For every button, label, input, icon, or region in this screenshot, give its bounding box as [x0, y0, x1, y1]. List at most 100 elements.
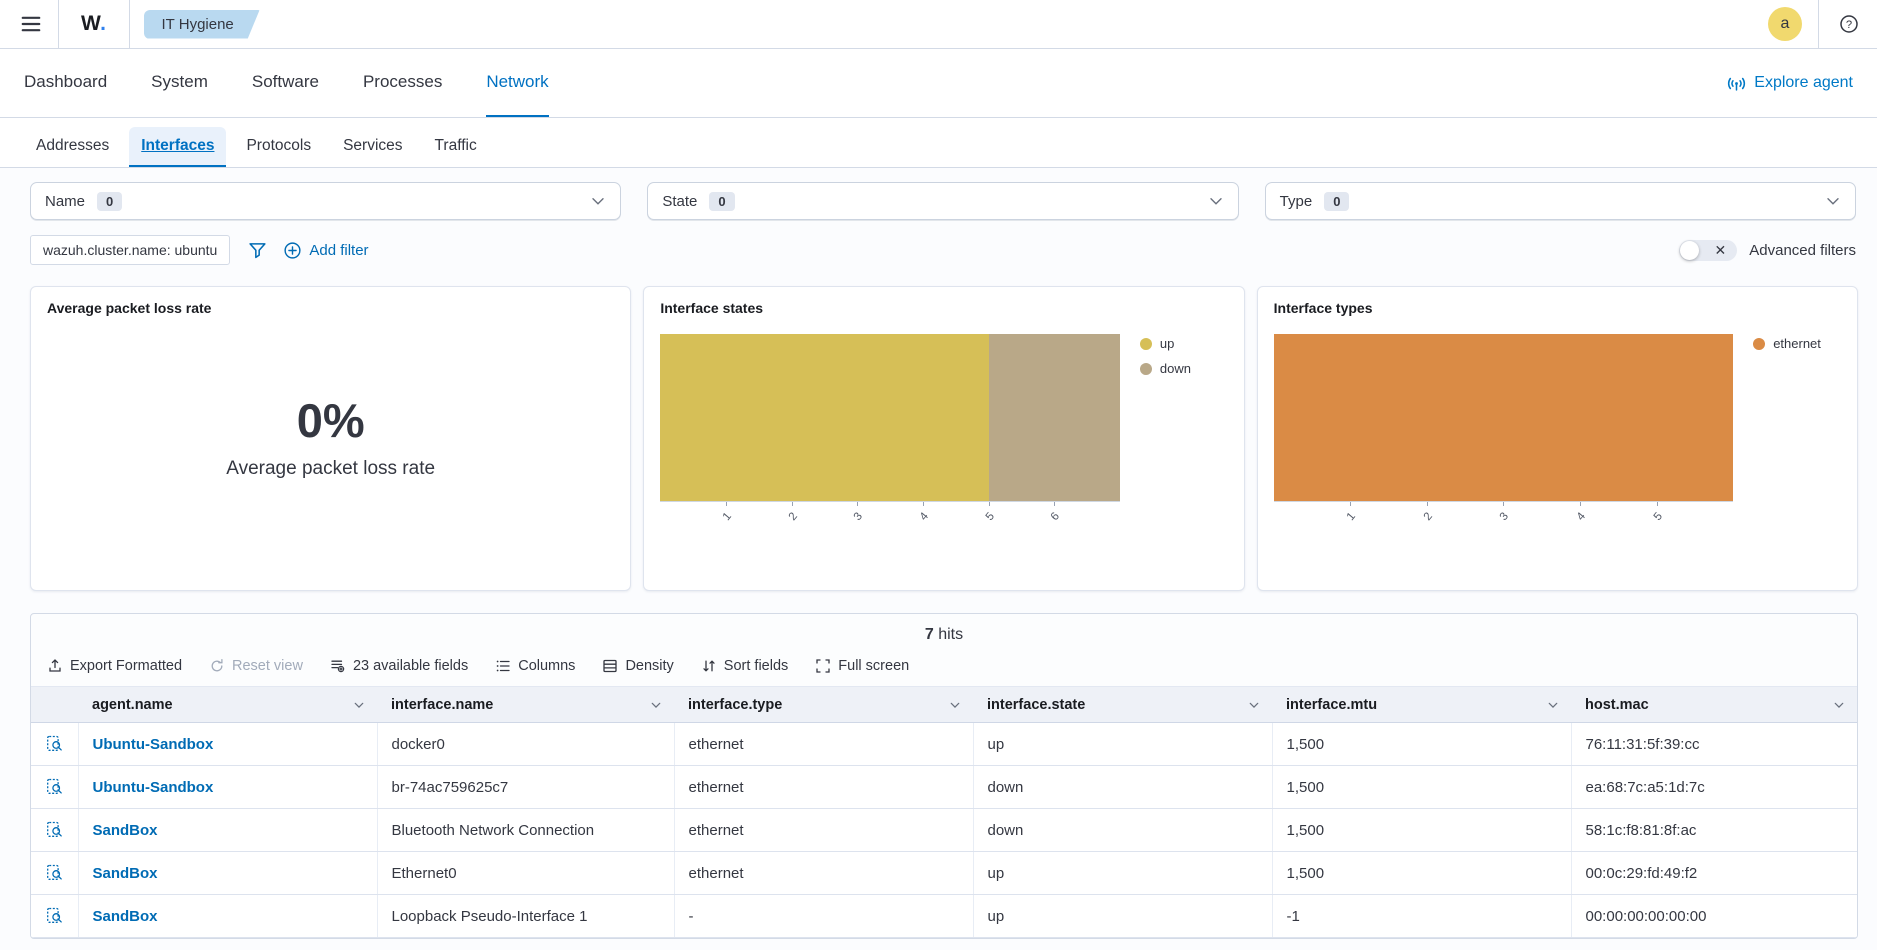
- agent-link[interactable]: SandBox: [93, 822, 158, 839]
- cell-interface-mtu: 1,500: [1272, 723, 1571, 766]
- x-axis: 1 2 3 4 5: [1274, 501, 1734, 541]
- tab-software[interactable]: Software: [252, 49, 319, 117]
- chevron-down-icon[interactable]: [1833, 699, 1845, 711]
- sort-fields-button[interactable]: Sort fields: [701, 658, 788, 674]
- type-filter-select[interactable]: Type 0: [1265, 182, 1856, 220]
- advanced-filters-toggle[interactable]: ✕: [1679, 240, 1737, 261]
- inspect-document-icon[interactable]: [43, 904, 66, 927]
- cell-interface-type: ethernet: [674, 723, 973, 766]
- subtab-interfaces[interactable]: Interfaces: [129, 127, 226, 167]
- interfaces-table: agent.name interface.name interface.type…: [31, 686, 1857, 938]
- reset-view-button[interactable]: Reset view: [209, 658, 303, 674]
- col-header-interface-name[interactable]: interface.name: [377, 687, 674, 723]
- chevron-down-icon[interactable]: [353, 699, 365, 711]
- axis-tick: 2: [1427, 502, 1428, 506]
- app-logo[interactable]: W.: [58, 0, 130, 49]
- subtab-traffic[interactable]: Traffic: [423, 127, 489, 167]
- col-header-interface-state[interactable]: interface.state: [973, 687, 1272, 723]
- topbar-divider: [1818, 0, 1819, 49]
- main-content: Name 0 State 0 Type 0 wazuh.cluster.name…: [0, 168, 1877, 950]
- add-filter-button[interactable]: Add filter: [283, 241, 368, 260]
- agent-link[interactable]: Ubuntu-Sandbox: [93, 736, 214, 753]
- cell-host-mac: 00:0c:29:fd:49:f2: [1571, 852, 1857, 895]
- reset-view-label: Reset view: [232, 658, 303, 674]
- chevron-down-icon: [1208, 193, 1224, 209]
- table-row: SandBox Loopback Pseudo-Interface 1 - up…: [31, 895, 1857, 938]
- network-subnav: Addresses Interfaces Protocols Services …: [0, 118, 1877, 168]
- tab-processes[interactable]: Processes: [363, 49, 442, 117]
- chevron-down-icon[interactable]: [1547, 699, 1559, 711]
- cell-interface-type: ethernet: [674, 766, 973, 809]
- hits-label: hits: [938, 626, 963, 643]
- list-icon: [495, 658, 511, 674]
- subtab-addresses[interactable]: Addresses: [24, 127, 121, 167]
- hits-number: 7: [925, 626, 934, 643]
- full-screen-button[interactable]: Full screen: [815, 658, 909, 674]
- cell-interface-type: -: [674, 895, 973, 938]
- agent-link[interactable]: SandBox: [93, 865, 158, 882]
- add-filter-label: Add filter: [309, 242, 368, 259]
- cell-interface-mtu: 1,500: [1272, 809, 1571, 852]
- name-filter-count: 0: [97, 192, 122, 211]
- interface-types-chart: 1 2 3 4 5 ethernet: [1274, 334, 1841, 541]
- menu-icon[interactable]: [14, 7, 48, 41]
- cell-host-mac: 00:00:00:00:00:00: [1571, 895, 1857, 938]
- cell-interface-state: up: [973, 895, 1272, 938]
- subtab-services[interactable]: Services: [331, 127, 414, 167]
- legend-item-down[interactable]: down: [1140, 361, 1191, 376]
- cell-interface-name: Bluetooth Network Connection: [377, 809, 674, 852]
- available-fields-button[interactable]: 23 available fields: [330, 658, 468, 674]
- filter-funnel-icon[interactable]: [244, 237, 271, 264]
- export-formatted-label: Export Formatted: [70, 658, 182, 674]
- cell-host-mac: 76:11:31:5f:39:cc: [1571, 723, 1857, 766]
- cluster-filter-pill[interactable]: wazuh.cluster.name: ubuntu: [30, 235, 230, 265]
- table-row: Ubuntu-Sandbox docker0 ethernet up 1,500…: [31, 723, 1857, 766]
- name-filter-select[interactable]: Name 0: [30, 182, 621, 220]
- tab-network[interactable]: Network: [486, 49, 548, 117]
- bar-segment-ethernet[interactable]: [1274, 334, 1734, 501]
- help-icon[interactable]: ?: [1835, 10, 1863, 38]
- legend-item-up[interactable]: up: [1140, 336, 1191, 351]
- cell-interface-state: up: [973, 723, 1272, 766]
- columns-button[interactable]: Columns: [495, 658, 575, 674]
- inspect-document-icon[interactable]: [43, 732, 66, 755]
- interface-states-chart: 1 2 3 4 5 6 up down: [660, 334, 1227, 541]
- inspect-document-icon[interactable]: [43, 818, 66, 841]
- chevron-down-icon[interactable]: [1248, 699, 1260, 711]
- agent-link[interactable]: SandBox: [93, 908, 158, 925]
- col-header-host-mac[interactable]: host.mac: [1571, 687, 1857, 723]
- agent-link[interactable]: Ubuntu-Sandbox: [93, 779, 214, 796]
- col-header-interface-type[interactable]: interface.type: [674, 687, 973, 723]
- module-nav: Dashboard System Software Processes Netw…: [0, 49, 1877, 118]
- export-formatted-button[interactable]: Export Formatted: [47, 658, 182, 674]
- bar-segment-up[interactable]: [660, 334, 988, 501]
- cell-interface-name: docker0: [377, 723, 674, 766]
- chevron-down-icon[interactable]: [949, 699, 961, 711]
- svg-text:?: ?: [1846, 19, 1852, 31]
- subtab-protocols[interactable]: Protocols: [234, 127, 323, 167]
- chevron-down-icon[interactable]: [650, 699, 662, 711]
- breadcrumb[interactable]: IT Hygiene: [144, 10, 260, 39]
- type-filter-count: 0: [1324, 192, 1349, 211]
- columns-label: Columns: [518, 658, 575, 674]
- avg-packet-loss-panel: Average packet loss rate 0% Average pack…: [30, 286, 631, 591]
- legend-item-ethernet[interactable]: ethernet: [1753, 336, 1821, 351]
- bar-segment-down[interactable]: [989, 334, 1120, 501]
- inspect-document-icon[interactable]: [43, 861, 66, 884]
- hits-count: 7 hits: [31, 614, 1857, 648]
- fullscreen-icon: [815, 658, 831, 674]
- state-filter-select[interactable]: State 0: [647, 182, 1238, 220]
- sort-icon: [701, 658, 717, 674]
- col-header-agent-name[interactable]: agent.name: [78, 687, 377, 723]
- tab-system[interactable]: System: [151, 49, 208, 117]
- density-button[interactable]: Density: [602, 658, 673, 674]
- table-row: SandBox Ethernet0 ethernet up 1,500 00:0…: [31, 852, 1857, 895]
- tab-dashboard[interactable]: Dashboard: [24, 49, 107, 117]
- legend-dot: [1140, 363, 1152, 375]
- inspect-document-icon[interactable]: [43, 775, 66, 798]
- col-header-interface-mtu[interactable]: interface.mtu: [1272, 687, 1571, 723]
- avatar[interactable]: a: [1768, 7, 1802, 41]
- refresh-icon: [209, 658, 225, 674]
- results-card: 7 hits Export Formatted Reset view 23 av…: [30, 613, 1858, 939]
- explore-agent-button[interactable]: Explore agent: [1727, 74, 1853, 93]
